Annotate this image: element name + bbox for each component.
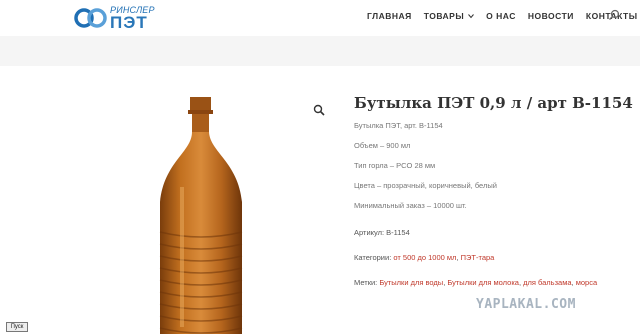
watermark: YAPLAKAL.COM — [476, 297, 576, 312]
bottle-image — [159, 97, 243, 334]
description-line: Бутылка ПЭТ, арт. В-1154 — [354, 121, 443, 130]
nav-item-about[interactable]: О НАС — [486, 11, 516, 21]
nav-item-products-label: ТОВАРЫ — [423, 11, 465, 21]
description-line: Минимальный заказ – 10000 шт. — [354, 201, 467, 210]
description-line: Объем – 900 мл — [354, 141, 411, 150]
description-line: Цвета – прозрачный, коричневый, белый — [354, 181, 497, 190]
tag-link[interactable]: для бальзама — [523, 278, 571, 287]
product-description: Бутылка ПЭТ, арт. В-1154 Объем – 900 мл … — [354, 121, 624, 221]
category-link[interactable]: от 500 до 1000 мл — [393, 253, 456, 262]
tag-link[interactable]: морса — [576, 278, 597, 287]
nav-item-products[interactable]: ТОВАРЫ — [423, 11, 475, 21]
tag-link[interactable]: Бутылки для молока — [447, 278, 519, 287]
logo-main-text: ПЭТ — [110, 13, 148, 32]
zoom-icon[interactable] — [313, 104, 325, 116]
main-nav: ГЛАВНАЯ ТОВАРЫ О НАС НОВОСТИ КОНТАКТЫ — [367, 10, 640, 22]
product-tags: Метки: Бутылки для воды, Бутылки для мол… — [354, 278, 598, 287]
chevron-down-icon — [468, 14, 475, 19]
site-logo[interactable]: РИНСЛЕР ПЭТ — [74, 5, 155, 32]
product-categories: Категории: от 500 до 1000 мл, ПЭТ-тара — [354, 253, 495, 262]
categories-label: Категории: — [354, 253, 392, 262]
infinity-logo-icon — [74, 8, 107, 28]
search-icon[interactable] — [608, 9, 620, 21]
sku-label: Артикул: — [354, 228, 385, 237]
start-button[interactable]: Пуск — [6, 322, 28, 332]
category-link[interactable]: ПЭТ-тара — [461, 253, 495, 262]
product-sku: Артикул: В-1154 — [354, 228, 410, 237]
product-title: Бутылка ПЭТ 0,9 л / арт В-1154 — [354, 94, 633, 112]
tag-link[interactable]: Бутылки для воды — [379, 278, 443, 287]
site-header: РИНСЛЕР ПЭТ ГЛАВНАЯ ТОВАРЫ О НАС НОВОСТИ… — [0, 0, 640, 36]
tags-label: Метки: — [354, 278, 378, 287]
description-line: Тип горла – PCO 28 мм — [354, 161, 436, 170]
page-title-band — [0, 36, 640, 66]
nav-item-home[interactable]: ГЛАВНАЯ — [367, 11, 412, 21]
product-image[interactable] — [150, 92, 340, 334]
nav-item-news[interactable]: НОВОСТИ — [528, 11, 574, 21]
sku-value: В-1154 — [386, 228, 410, 237]
